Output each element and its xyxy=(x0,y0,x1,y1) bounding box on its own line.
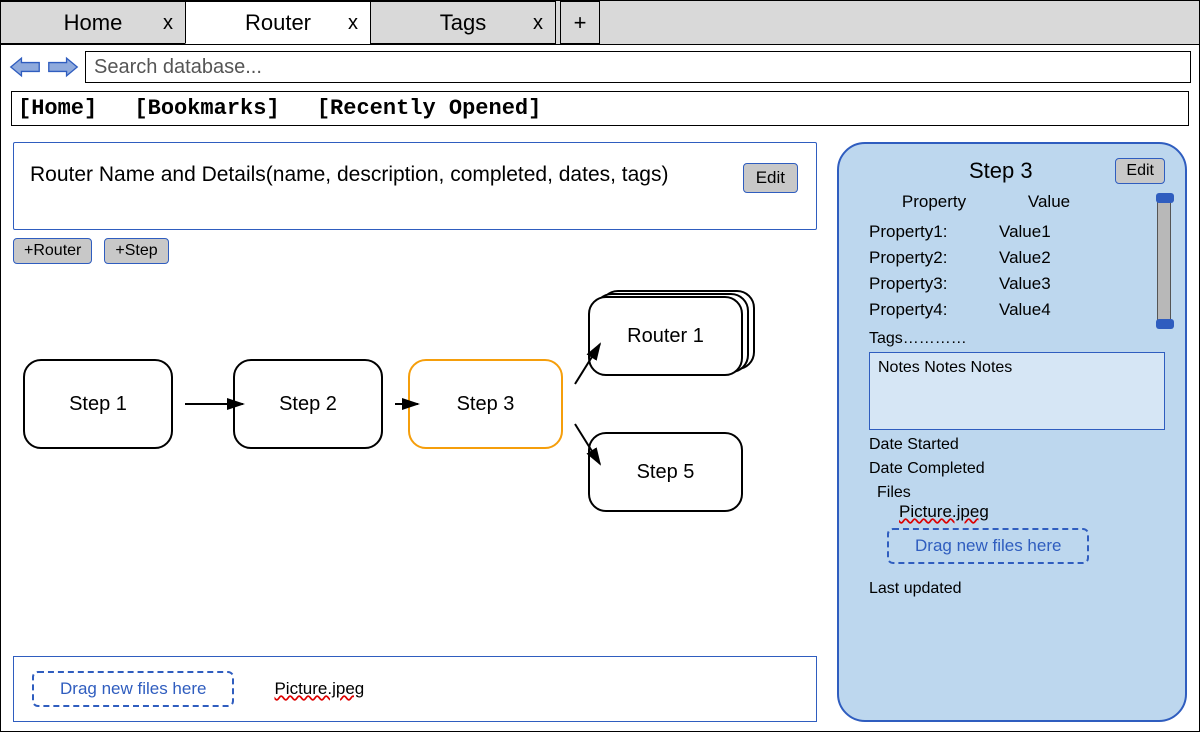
property-row: Property1: Value1 xyxy=(869,222,1165,242)
panel-file-dropzone[interactable]: Drag new files here xyxy=(887,528,1089,564)
add-router-button[interactable]: +Router xyxy=(13,238,92,264)
property-row: Property4: Value4 xyxy=(869,300,1165,320)
file-dropzone[interactable]: Drag new files here xyxy=(32,671,234,707)
tab-tags-label: Tags xyxy=(371,10,555,36)
close-icon[interactable]: x xyxy=(163,13,173,33)
property-header-key: Property xyxy=(869,192,999,212)
date-started-label: Date Started xyxy=(869,436,1165,454)
property-key: Property2: xyxy=(869,248,999,268)
step-detail-panel: Step 3 Edit Property Value Property1: Va… xyxy=(837,142,1187,722)
tab-home[interactable]: Home x xyxy=(0,1,186,44)
tab-home-label: Home xyxy=(1,10,185,36)
flow-diagram: Step 1 Step 2 Step 3 Router 1 Step 5 xyxy=(13,284,817,524)
node-label: Step 2 xyxy=(279,393,337,416)
back-button[interactable] xyxy=(9,56,41,78)
flow-node-step2[interactable]: Step 2 xyxy=(233,359,383,449)
property-value: Value4 xyxy=(999,300,1099,320)
arrow-left-icon xyxy=(9,56,41,78)
tab-tags[interactable]: Tags x xyxy=(370,1,556,44)
search-placeholder: Search database... xyxy=(94,56,262,79)
tab-router[interactable]: Router x xyxy=(185,1,371,44)
close-icon[interactable]: x xyxy=(348,13,358,33)
panel-file-link[interactable]: Picture.jpeg xyxy=(899,502,989,522)
file-strip: Drag new files here Picture.jpeg xyxy=(13,656,817,722)
flow-node-step3[interactable]: Step 3 xyxy=(408,359,563,449)
notes-textarea[interactable]: Notes Notes Notes xyxy=(869,352,1165,430)
router-details-text: Router Name and Details(name, descriptio… xyxy=(30,163,731,187)
property-value: Value2 xyxy=(999,248,1099,268)
add-step-button[interactable]: +Step xyxy=(104,238,168,264)
tab-bar: Home x Router x Tags x + xyxy=(1,1,1199,45)
node-label: Step 3 xyxy=(457,393,515,416)
shortcut-bar: [Home] [Bookmarks] [Recently Opened] xyxy=(11,91,1189,126)
property-value: Value1 xyxy=(999,222,1099,242)
property-header-value: Value xyxy=(999,192,1099,212)
app-window: Home x Router x Tags x + Search database… xyxy=(0,0,1200,732)
node-label: Router 1 xyxy=(627,325,704,348)
search-input[interactable]: Search database... xyxy=(85,51,1191,83)
main-area: Router Name and Details(name, descriptio… xyxy=(1,132,1199,730)
edit-router-button[interactable]: Edit xyxy=(743,163,798,193)
tab-router-label: Router xyxy=(186,10,370,36)
property-row: Property2: Value2 xyxy=(869,248,1165,268)
files-label: Files xyxy=(877,484,1165,502)
close-icon[interactable]: x xyxy=(533,13,543,33)
property-key: Property3: xyxy=(869,274,999,294)
flow-node-step5[interactable]: Step 5 xyxy=(588,432,743,512)
last-updated-label: Last updated xyxy=(869,580,1165,598)
property-scrollbar[interactable] xyxy=(1157,196,1171,326)
property-key: Property4: xyxy=(869,300,999,320)
property-row: Property3: Value3 xyxy=(869,274,1165,294)
add-button-row: +Router +Step xyxy=(13,238,817,264)
panel-title: Step 3 xyxy=(969,158,1033,184)
left-column: Router Name and Details(name, descriptio… xyxy=(13,142,817,722)
edit-step-button[interactable]: Edit xyxy=(1115,158,1165,184)
property-key: Property1: xyxy=(869,222,999,242)
tags-label: Tags………… xyxy=(869,330,1165,348)
node-label: Step 1 xyxy=(69,393,127,416)
flow-node-step1[interactable]: Step 1 xyxy=(23,359,173,449)
navlink-recently-opened[interactable]: [Recently Opened] xyxy=(317,96,541,121)
date-completed-label: Date Completed xyxy=(869,460,1165,478)
router-details-box: Router Name and Details(name, descriptio… xyxy=(13,142,817,230)
navlink-home[interactable]: [Home] xyxy=(18,96,97,121)
navlink-bookmarks[interactable]: [Bookmarks] xyxy=(134,96,279,121)
node-label: Step 5 xyxy=(637,461,695,484)
property-value: Value3 xyxy=(999,274,1099,294)
plus-icon: + xyxy=(574,10,587,36)
property-grid: Property Value Property1: Value1 Propert… xyxy=(869,192,1165,320)
nav-row: Search database... xyxy=(1,45,1199,87)
new-tab-button[interactable]: + xyxy=(560,1,600,44)
arrow-right-icon xyxy=(47,56,79,78)
file-link[interactable]: Picture.jpeg xyxy=(274,679,364,699)
forward-button[interactable] xyxy=(47,56,79,78)
